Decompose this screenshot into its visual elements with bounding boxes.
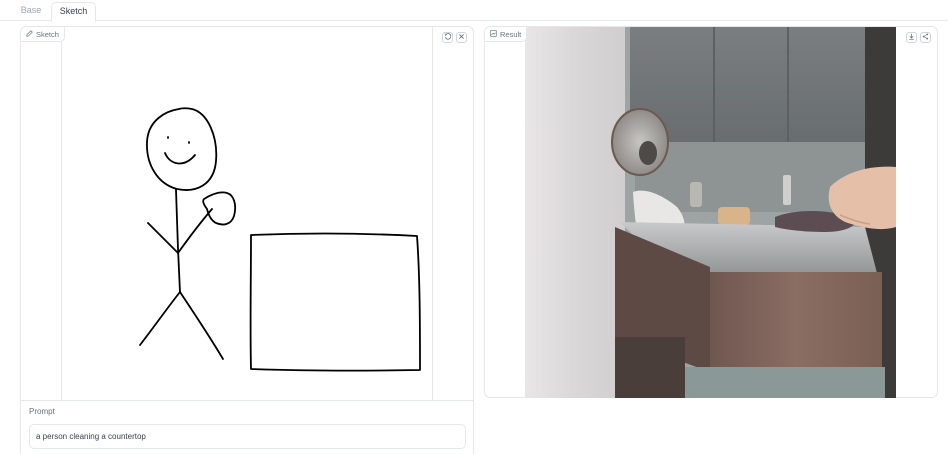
- pencil-icon: [26, 27, 33, 42]
- sketch-rag: [202, 191, 237, 226]
- result-panel: Result: [484, 26, 938, 398]
- share-icon: [922, 33, 929, 42]
- undo-icon: [444, 33, 452, 42]
- sketch-canvas[interactable]: [61, 27, 433, 400]
- divider: [21, 400, 473, 401]
- sketch-leg-right: [179, 291, 224, 360]
- download-button[interactable]: [906, 32, 917, 43]
- sketch-smile: [164, 152, 196, 165]
- sketch-panel: Sketch Prompt: [20, 26, 474, 454]
- sketch-drawing: [139, 107, 421, 372]
- close-icon: [458, 33, 465, 42]
- sketch-arm-right: [177, 208, 213, 254]
- sketch-arm-left: [147, 222, 179, 254]
- result-image: [525, 27, 896, 398]
- image-icon: [490, 27, 497, 42]
- tab-bar: Base Sketch: [0, 0, 948, 22]
- sketch-body: [175, 189, 181, 293]
- result-label: Result: [485, 27, 528, 42]
- prompt-label: Prompt: [29, 407, 55, 416]
- prompt-input[interactable]: [29, 424, 466, 449]
- tab-base[interactable]: Base: [14, 2, 48, 21]
- sketch-leg-left: [139, 291, 181, 346]
- sketch-head: [146, 107, 218, 191]
- tab-sketch[interactable]: Sketch: [51, 2, 96, 22]
- sketch-label: Sketch: [21, 27, 65, 42]
- download-icon: [908, 33, 915, 42]
- undo-button[interactable]: [442, 32, 453, 43]
- share-button[interactable]: [920, 32, 931, 43]
- sketch-countertop: [249, 232, 421, 372]
- clear-button[interactable]: [456, 32, 467, 43]
